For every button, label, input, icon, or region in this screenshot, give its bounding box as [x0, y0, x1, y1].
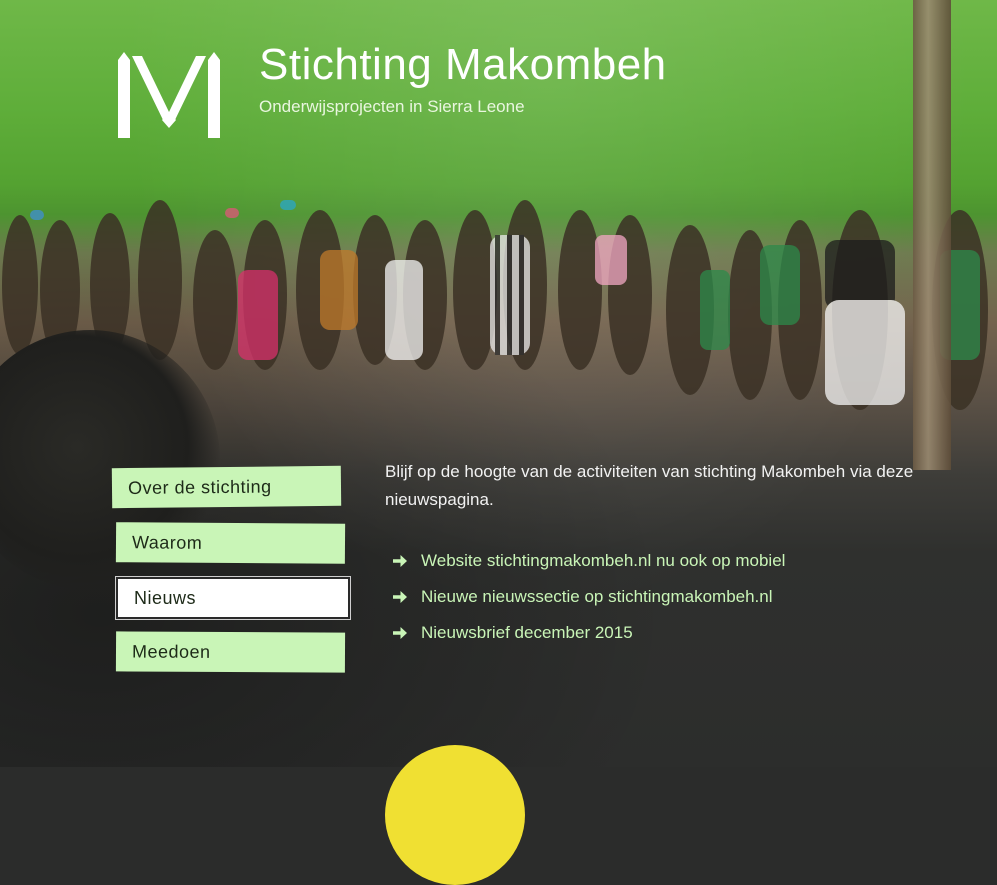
news-list: Website stichtingmakombeh.nl nu ook op m… [392, 543, 785, 651]
nav-item-meedoen[interactable]: Meedoen [115, 631, 346, 673]
nav-item-waarom[interactable]: Waarom [115, 522, 346, 564]
yellow-circle-decoration [385, 745, 525, 885]
nav-item-label: Over de stichting [127, 476, 272, 498]
news-link[interactable]: Website stichtingmakombeh.nl nu ook op m… [421, 551, 785, 571]
news-link[interactable]: Nieuwsbrief december 2015 [421, 623, 633, 643]
nav-item-label: Meedoen [131, 640, 211, 662]
nav-item-over-de-stichting[interactable]: Over de stichting [111, 465, 342, 509]
nav-item-nieuws[interactable]: Nieuws [115, 576, 351, 620]
nav-item-label: Nieuws [134, 587, 197, 608]
nav-item-label: Waarom [131, 531, 203, 553]
news-item: Nieuwe nieuwssectie op stichtingmakombeh… [392, 579, 785, 615]
wooden-pole-photo [913, 0, 951, 470]
news-link[interactable]: Nieuwe nieuwssectie op stichtingmakombeh… [421, 587, 773, 607]
arrow-right-icon [393, 627, 407, 639]
site-title[interactable]: Stichting Makombeh [259, 40, 667, 90]
arrow-right-icon [393, 591, 407, 603]
news-item: Website stichtingmakombeh.nl nu ook op m… [392, 543, 785, 579]
news-intro-text: Blijf op de hoogte van de activiteiten v… [385, 462, 914, 509]
makombeh-m-logo-icon [118, 52, 220, 138]
arrow-right-icon [393, 555, 407, 567]
news-item: Nieuwsbrief december 2015 [392, 615, 785, 651]
site-subtitle: Onderwijsprojecten in Sierra Leone [259, 97, 525, 116]
